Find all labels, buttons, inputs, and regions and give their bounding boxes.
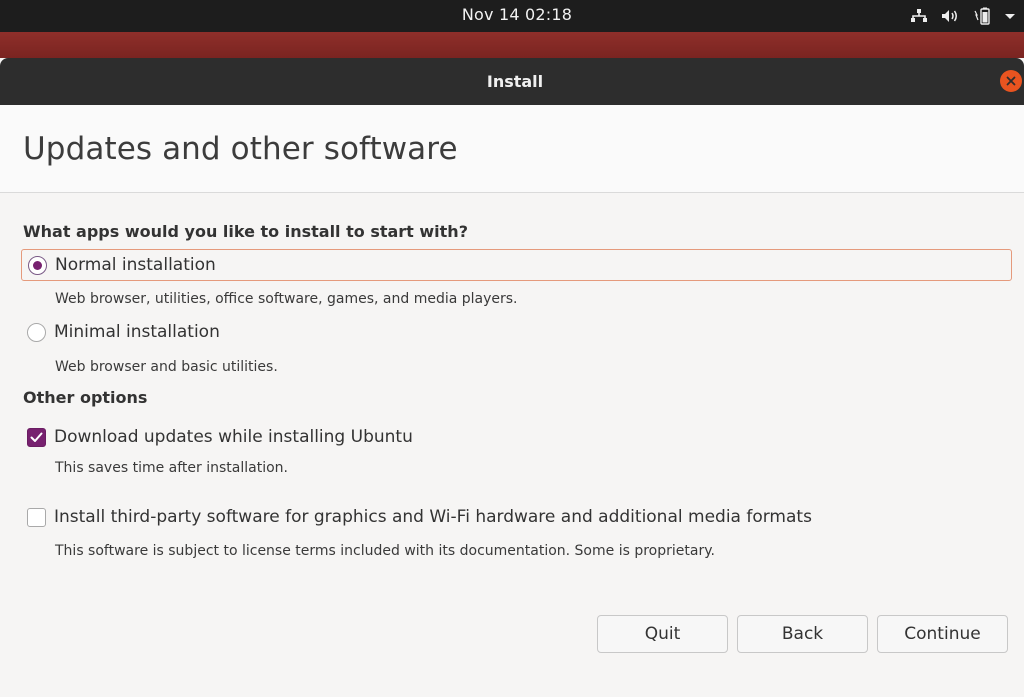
minimal-installation-description: Web browser and basic utilities. <box>55 359 278 375</box>
clock[interactable]: Nov 14 02:18 <box>0 0 1024 32</box>
normal-installation-option[interactable]: Normal installation <box>21 249 1012 281</box>
third-party-software-option[interactable]: Install third-party software for graphic… <box>21 501 812 533</box>
download-updates-label[interactable]: Download updates while installing Ubuntu <box>54 427 413 447</box>
close-icon <box>1006 76 1016 86</box>
normal-installation-description: Web browser, utilities, office software,… <box>55 291 518 307</box>
top-panel: Nov 14 02:18 <box>0 0 1024 32</box>
other-options-heading: Other options <box>23 388 148 407</box>
system-tray[interactable] <box>910 0 1016 32</box>
download-updates-option[interactable]: Download updates while installing Ubuntu <box>21 421 413 453</box>
normal-installation-radio[interactable] <box>28 255 47 275</box>
page-header: Updates and other software <box>0 105 1024 193</box>
download-updates-description: This saves time after installation. <box>55 460 288 476</box>
system-menu-arrow-icon[interactable] <box>1004 11 1016 21</box>
continue-button[interactable]: Continue <box>877 615 1008 653</box>
third-party-software-checkbox[interactable] <box>27 507 46 527</box>
close-button[interactable] <box>1000 70 1022 92</box>
third-party-software-description: This software is subject to license term… <box>55 543 715 559</box>
normal-installation-label[interactable]: Normal installation <box>55 255 216 275</box>
minimal-installation-option[interactable]: Minimal installation <box>21 316 220 348</box>
window-titlebar[interactable]: Install <box>0 58 1024 105</box>
page-title: Updates and other software <box>23 131 458 167</box>
volume-icon[interactable] <box>940 8 960 24</box>
minimal-installation-radio[interactable] <box>27 322 46 342</box>
battery-icon[interactable] <box>972 7 992 25</box>
quit-button[interactable]: Quit <box>597 615 728 653</box>
desktop-background <box>0 32 1024 58</box>
back-button[interactable]: Back <box>737 615 868 653</box>
apps-heading: What apps would you like to install to s… <box>23 222 468 241</box>
third-party-software-label[interactable]: Install third-party software for graphic… <box>54 507 812 527</box>
page-content: What apps would you like to install to s… <box>0 194 1024 697</box>
minimal-installation-label[interactable]: Minimal installation <box>54 322 220 342</box>
window-title: Install <box>486 72 544 91</box>
network-icon[interactable] <box>910 8 928 24</box>
installer-window: Install Updates and other software What … <box>0 58 1024 697</box>
download-updates-checkbox[interactable] <box>27 427 46 447</box>
checkmark-icon <box>30 432 43 442</box>
